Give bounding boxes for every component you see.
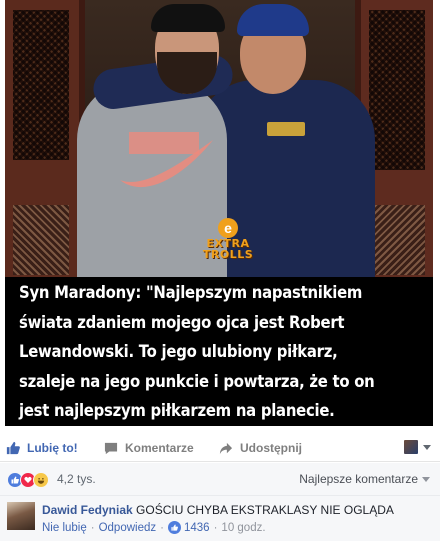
window-grille (369, 205, 425, 275)
comment-timestamp[interactable]: 10 godz. (221, 522, 265, 534)
reply-link[interactable]: Odpowiedz (99, 522, 157, 534)
window-grille (369, 10, 425, 170)
post-photo: e EXTRA TROLLS (5, 0, 433, 277)
viewer-avatar (404, 440, 418, 454)
sort-label: Najlepsze komentarze (299, 472, 418, 486)
haha-reaction-icon (33, 472, 49, 488)
jacket-badge (267, 122, 305, 136)
share-label: Udostępnij (240, 441, 302, 455)
like-count-icon (167, 521, 181, 534)
comment-bubble-icon (104, 442, 118, 454)
swoosh-logo (120, 132, 213, 188)
window-grille (13, 205, 69, 275)
chevron-down-icon (423, 444, 431, 450)
comment-body: Dawid Fedyniak GOŚCIU CHYBA EKSTRAKLASY … (42, 503, 394, 518)
comment-author-link[interactable]: Dawid Fedyniak (42, 503, 133, 517)
share-arrow-icon (219, 442, 233, 454)
post-caption: Syn Maradony: "Najlepszym napastnikiem ś… (19, 283, 375, 421)
like-label: Lubię to! (27, 441, 78, 455)
comment-label: Komentarze (125, 441, 194, 455)
reaction-count[interactable]: 4,2 tys. (57, 472, 96, 486)
watermark-e-logo: e (218, 218, 238, 238)
reactions-bar: 4,2 tys. Najlepsze komentarze (0, 463, 440, 495)
person-left-cap (151, 4, 225, 32)
separator-dot: · (90, 521, 95, 534)
post-action-bar: Lubię to! Komentarze Udostępnij (0, 434, 440, 462)
watermark-line2: TROLLS (202, 248, 254, 261)
comment-button[interactable]: Komentarze (104, 434, 194, 462)
comment-like-count[interactable]: 1436 (184, 522, 210, 534)
extratrolls-watermark: e EXTRA TROLLS (193, 218, 263, 260)
share-button[interactable]: Udostępnij (219, 434, 302, 462)
post-image[interactable]: e EXTRA TROLLS Syn Maradony: "Najlepszym… (5, 0, 433, 426)
comment-sort-dropdown[interactable]: Najlepsze komentarze (299, 472, 430, 486)
comment-list: Dawid Fedyniak GOŚCIU CHYBA EKSTRAKLASY … (0, 495, 440, 541)
like-button[interactable]: Lubię to! (6, 434, 78, 462)
comment-text: GOŚCIU CHYBA EKSTRAKLASY NIE OGLĄDA (136, 503, 394, 517)
separator-dot: · (213, 521, 218, 534)
comment-meta: Nie lubię · Odpowiedz · 1436 · 10 godz. (42, 521, 266, 534)
thumbs-up-icon (6, 441, 20, 455)
person-right-cap (237, 4, 309, 36)
chevron-down-icon (422, 476, 430, 482)
unlike-link[interactable]: Nie lubię (42, 522, 87, 534)
avatar[interactable] (7, 502, 35, 530)
post-as-selector[interactable] (404, 440, 431, 454)
separator-dot: · (160, 521, 164, 534)
window-grille (13, 10, 69, 160)
divider (0, 461, 440, 462)
reaction-icons[interactable] (7, 472, 49, 488)
